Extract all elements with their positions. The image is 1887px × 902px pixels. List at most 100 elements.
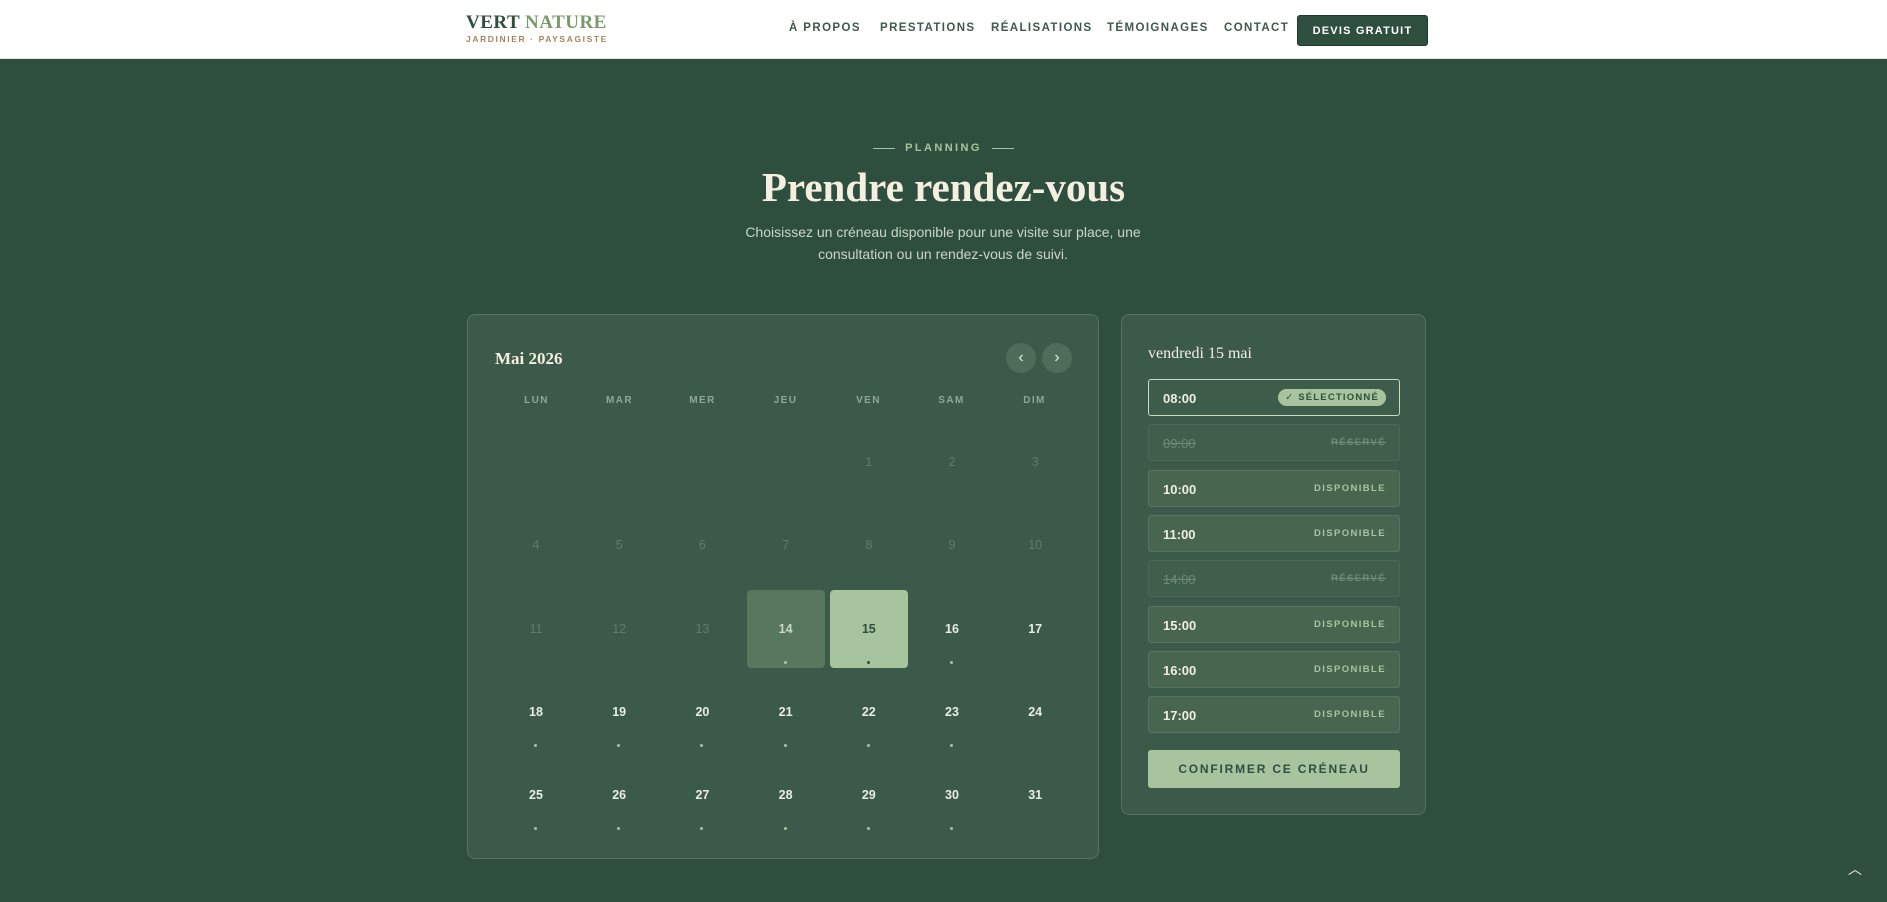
time-slots-card: vendredi 15 mai 08:00 ✓ SÉLECTIONNÉ 09:00 R… <box>1121 314 1426 815</box>
calendar-day-number: 17 <box>1028 621 1043 636</box>
time-slot-time: 09:00 <box>1163 436 1196 452</box>
calendar-day: 1 <box>830 423 908 501</box>
time-slot-0900: 09:00 RÉSERVÉ <box>1148 424 1400 462</box>
time-slot-status: DISPONIBLE <box>1313 663 1386 675</box>
calendar-day: 9 <box>913 506 991 584</box>
calendar-day: 2 <box>913 423 991 501</box>
availability-dot <box>700 743 704 747</box>
time-slot-time: 16:00 <box>1163 662 1197 678</box>
calendar-day: 7 <box>747 506 825 584</box>
calendar-day[interactable]: 27 <box>663 756 741 834</box>
availability-dot <box>700 827 704 831</box>
calendar-day[interactable]: 17 <box>996 590 1074 668</box>
weekday-label: VEN <box>856 395 881 406</box>
top-navigation-bar: VERT NATURE JARDINIER · PAYSAGISTE À PRO… <box>0 0 1887 59</box>
calendar-day-number: 29 <box>861 788 876 803</box>
time-slot-status: DISPONIBLE <box>1313 709 1386 721</box>
brand-word-2: NATURE <box>525 12 607 33</box>
availability-dot <box>866 827 870 831</box>
time-slot-1000[interactable]: 10:00 DISPONIBLE <box>1148 469 1400 507</box>
calendar-day-number: 25 <box>529 788 543 803</box>
time-slot-1100[interactable]: 11:00 DISPONIBLE <box>1148 514 1400 552</box>
eyebrow-line-left <box>873 147 896 149</box>
time-slot-1600[interactable]: 16:00 DISPONIBLE <box>1148 650 1400 688</box>
chevron-left-icon: ‹ <box>1018 349 1024 366</box>
calendar-day-number: 7 <box>782 538 790 553</box>
calendar-day-number: 27 <box>695 788 710 803</box>
calendar-day-number: 4 <box>532 538 540 553</box>
time-slot-1500[interactable]: 15:00 DISPONIBLE <box>1148 605 1400 643</box>
brand-logo[interactable]: VERT NATURE JARDINIER · PAYSAGISTE <box>466 12 608 45</box>
calendar-day: 13 <box>663 590 741 668</box>
availability-dot <box>617 743 621 747</box>
calendar-day[interactable]: 22 <box>830 673 908 751</box>
calendar-day-number: 2 <box>948 455 956 469</box>
calendar-day-number: 11 <box>529 621 543 636</box>
calendar-day-number: 8 <box>865 538 873 553</box>
calendar-day[interactable]: 21 <box>747 673 825 751</box>
chevron-right-icon: › <box>1054 349 1060 366</box>
time-slot-time: 17:00 <box>1163 708 1197 724</box>
time-slot-1700[interactable]: 17:00 DISPONIBLE <box>1148 696 1400 734</box>
weekday-label: LUN <box>524 395 549 406</box>
calendar-day-number: 18 <box>529 704 543 719</box>
calendar-day[interactable]: 26 <box>580 756 658 834</box>
time-slot-time: 08:00 <box>1163 391 1197 406</box>
calendar-day: 4 <box>497 506 575 584</box>
calendar-day-selected[interactable]: 15 <box>829 589 908 668</box>
calendar-day[interactable]: 18 <box>497 673 575 751</box>
eyebrow-label: PLANNING <box>905 142 982 154</box>
nav-link-temoignages[interactable]: TÉMOIGNAGES <box>1107 22 1209 34</box>
calendar-day-number: 9 <box>948 538 956 553</box>
calendar-day: 10 <box>996 506 1074 584</box>
availability-dot <box>950 827 953 831</box>
prev-month-button[interactable]: ‹ <box>1006 343 1036 373</box>
calendar-card: Mai 2026 ‹ › LUN MAR MER JEU VEN SAM DIM 12345… <box>467 314 1099 859</box>
availability-dot <box>950 660 953 664</box>
calendar-day-number: 14 <box>778 621 793 636</box>
time-slot-status: DISPONIBLE <box>1313 482 1386 494</box>
calendar-day-number: 28 <box>778 788 793 803</box>
nav-link-realisations[interactable]: RÉALISATIONS <box>991 22 1093 34</box>
calendar-day[interactable]: 16 <box>913 590 991 668</box>
nav-link-contact[interactable]: CONTACT <box>1224 22 1289 34</box>
brand-word-1: VERT <box>466 12 520 33</box>
calendar-day[interactable]: 31 <box>996 756 1074 834</box>
time-slot-status: RÉSERVÉ <box>1330 437 1386 449</box>
calendar-day-number: 24 <box>1028 704 1043 719</box>
nav-link-a-propos[interactable]: À PROPOS <box>789 22 861 34</box>
calendar-day[interactable]: 25 <box>497 756 575 834</box>
nav-link-prestations[interactable]: PRESTATIONS <box>880 22 975 34</box>
confirm-slot-button[interactable]: CONFIRMER CE CRÉNEAU <box>1148 750 1400 788</box>
next-month-button[interactable]: › <box>1042 343 1072 373</box>
weekday-label: MER <box>689 395 716 406</box>
weekday-label: DIM <box>1023 395 1046 406</box>
eyebrow-line-right <box>991 147 1014 149</box>
time-slot-status: DISPONIBLE <box>1313 527 1386 539</box>
calendar-day[interactable]: 19 <box>580 673 658 751</box>
weekday-label: SAM <box>938 395 965 406</box>
calendar-day[interactable]: 14 <box>746 589 825 668</box>
page-subtitle: Choisissez un créneau disponible pour un… <box>745 224 1141 262</box>
time-slot-status: DISPONIBLE <box>1313 618 1386 630</box>
calendar-day[interactable]: 24 <box>996 673 1074 751</box>
time-slot-time: 14:00 <box>1163 572 1196 588</box>
availability-dot <box>783 660 787 664</box>
calendar-day[interactable]: 30 <box>913 756 991 834</box>
time-slot-status: RÉSERVÉ <box>1330 573 1386 585</box>
calendar-day[interactable]: 20 <box>663 673 741 751</box>
availability-dot <box>866 743 870 747</box>
time-slot-1400: 14:00 RÉSERVÉ <box>1148 560 1400 598</box>
time-slot-time: 15:00 <box>1163 617 1197 633</box>
calendar-day[interactable]: 23 <box>913 673 991 751</box>
calendar-day-number: 13 <box>695 621 710 636</box>
time-slot-0800[interactable]: 08:00 ✓ SÉLECTIONNÉ <box>1148 379 1400 416</box>
chevron-up-icon: ︿ <box>1848 861 1862 877</box>
calendar-day[interactable]: 29 <box>830 756 908 834</box>
brand-tagline: JARDINIER · PAYSAGISTE <box>466 34 608 44</box>
calendar-day-number: 15 <box>861 621 876 636</box>
scroll-to-top-button[interactable]: ︿ <box>1844 858 1866 880</box>
free-quote-button[interactable]: DEVIS GRATUIT <box>1297 15 1428 46</box>
availability-dot <box>617 827 621 831</box>
calendar-day[interactable]: 28 <box>747 756 825 834</box>
